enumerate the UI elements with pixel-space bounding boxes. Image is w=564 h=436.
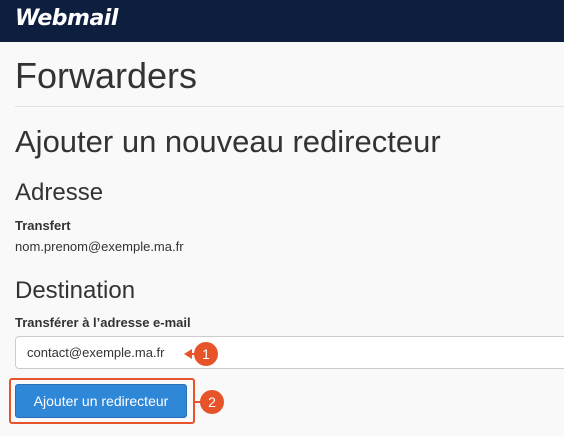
section-title: Ajouter un nouveau redirecteur <box>15 124 441 159</box>
destination-email-label: Transférer à l’adresse e-mail <box>15 315 191 330</box>
destination-heading: Destination <box>15 277 136 304</box>
webmail-logo[interactable]: Webmail <box>15 6 118 31</box>
forward-address-value: nom.prenom@exemple.ma.fr <box>15 239 184 254</box>
destination-email-input[interactable] <box>15 336 564 369</box>
add-forwarder-button[interactable]: Ajouter un redirecteur <box>15 384 187 418</box>
callout-1-badge: 1 <box>194 342 218 366</box>
forward-label: Transfert <box>15 218 71 233</box>
top-header-bar: Webmail <box>0 0 564 42</box>
page-title: Forwarders <box>15 55 198 96</box>
title-divider <box>15 106 564 107</box>
address-heading: Adresse <box>15 179 104 206</box>
callout-2-badge: 2 <box>200 390 224 414</box>
